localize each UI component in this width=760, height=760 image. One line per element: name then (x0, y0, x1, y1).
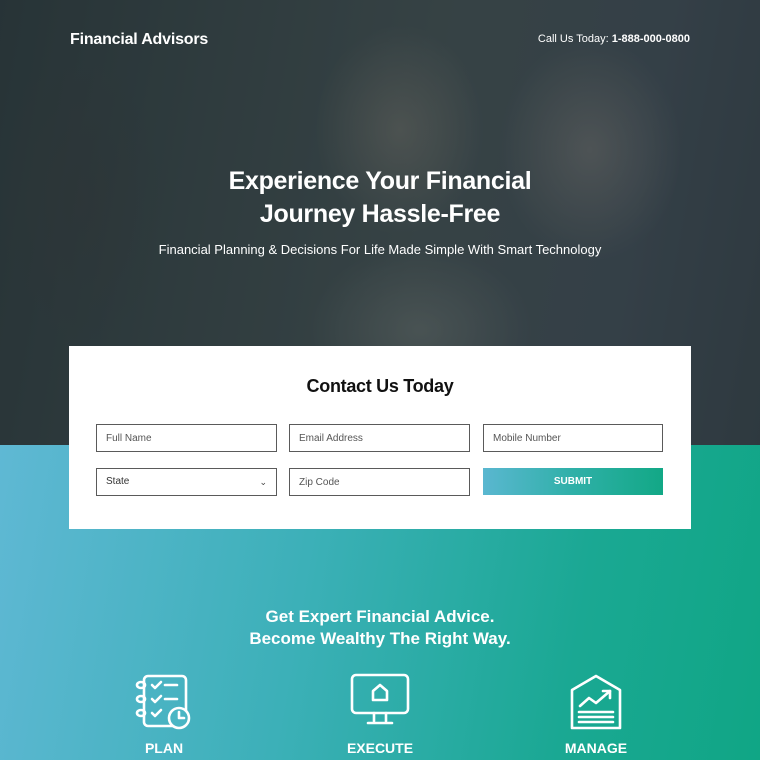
feature-label-execute: EXECUTE (346, 740, 414, 756)
full-name-input[interactable] (96, 424, 277, 452)
call-label: Call Us Today: (537, 33, 609, 45)
section-title-line1: Get Expert Financial Advice. (265, 607, 495, 626)
hero-subtitle: Financial Planning & Decisions For Life … (158, 242, 602, 257)
submit-button[interactable]: SUBMIT (483, 468, 663, 495)
zip-code-input[interactable] (289, 468, 470, 496)
brand-logo[interactable]: Financial Advisors (70, 31, 208, 49)
state-select-value: State (106, 476, 130, 487)
section-title-line2: Become Wealthy The Right Way. (249, 629, 511, 648)
feature-manage: MANAGE (536, 672, 656, 756)
mobile-input[interactable] (483, 424, 663, 452)
hero-title: Experience Your Financial Journey Hassle… (0, 165, 760, 231)
monitor-home-icon (350, 673, 410, 725)
chevron-down-icon: ⌄ (259, 477, 267, 487)
form-title: Contact Us Today (306, 376, 454, 396)
hero-title-line1: Experience Your Financial (228, 167, 532, 195)
state-select[interactable]: State ⌄ (96, 468, 277, 496)
feature-label-manage: MANAGE (564, 740, 628, 756)
hero-title-line2: Journey Hassle-Free (259, 200, 501, 228)
feature-execute: EXECUTE (320, 672, 440, 756)
checklist-clock-icon (135, 674, 191, 730)
feature-plan: PLAN (104, 672, 224, 756)
feature-label-plan: PLAN (144, 740, 184, 756)
section-title: Get Expert Financial Advice. Become Weal… (0, 606, 760, 650)
phone-number-link[interactable]: 1-888-000-0800 (612, 33, 690, 45)
contact-form: Contact Us Today State ⌄ SUBMIT (69, 346, 691, 529)
house-growth-chart-icon (570, 674, 622, 730)
email-input[interactable] (289, 424, 470, 452)
call-us-text: Call Us Today: 1-888-000-0800 (538, 33, 690, 45)
